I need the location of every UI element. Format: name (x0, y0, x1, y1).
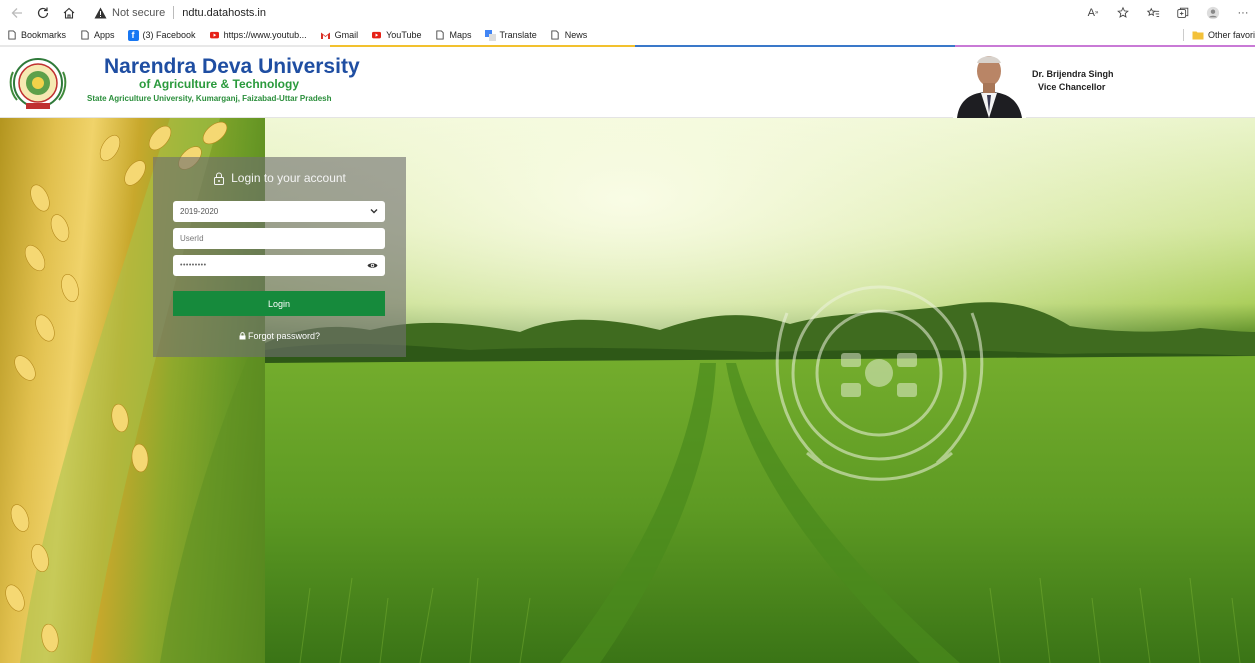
university-emblem-watermark (775, 285, 984, 481)
vice-chancellor-title: Vice Chancellor (1038, 82, 1106, 92)
session-select[interactable]: 2019-2020 (173, 201, 385, 222)
gmail-icon (320, 30, 331, 41)
home-icon[interactable] (58, 2, 80, 24)
chevron-down-icon (370, 209, 378, 214)
session-select-value: 2019-2020 (180, 207, 219, 216)
show-password-eye-icon[interactable] (367, 261, 378, 270)
facebook-icon: f (127, 29, 139, 41)
bookmark-youtube-link[interactable]: https://www.youtub... (209, 30, 307, 41)
youtube-icon (371, 30, 382, 41)
warning-icon (94, 7, 107, 18)
password-input[interactable]: ••••••••• (173, 255, 385, 276)
other-favorites[interactable]: Other favori (1182, 25, 1255, 45)
translate-icon (484, 29, 496, 41)
refresh-icon[interactable] (32, 2, 54, 24)
read-aloud-icon[interactable]: A» (1085, 5, 1101, 21)
url-separator (173, 6, 175, 19)
userid-placeholder: UserId (180, 234, 204, 243)
browser-toolbar-right: A» ··· (1085, 0, 1255, 25)
login-button[interactable]: Login (173, 291, 385, 316)
bookmark-bookmarks[interactable]: Bookmarks (6, 30, 66, 41)
folder-icon (1192, 30, 1204, 40)
back-icon[interactable] (6, 2, 28, 24)
youtube-icon (209, 30, 220, 41)
university-logo (9, 58, 67, 109)
add-favorite-icon[interactable] (1115, 5, 1131, 21)
url-field[interactable]: Not secure ndtu.datahosts.in (94, 6, 266, 19)
url-text: ndtu.datahosts.in (182, 6, 266, 19)
forgot-password-link[interactable]: Forgot password? (153, 331, 406, 341)
login-title: Login to your account (153, 171, 406, 185)
university-subtitle: of Agriculture & Technology (139, 77, 300, 91)
profile-avatar-icon[interactable] (1205, 5, 1221, 21)
vice-chancellor-name: Dr. Brijendra Singh (1032, 69, 1114, 79)
lock-icon (239, 332, 246, 340)
page-icon (435, 30, 446, 41)
bookmark-youtube[interactable]: YouTube (371, 30, 422, 41)
page-icon (550, 30, 561, 41)
favorites-icon[interactable] (1145, 5, 1161, 21)
collections-icon[interactable] (1175, 5, 1191, 21)
site-header: Narendra Deva University of Agriculture … (0, 47, 1255, 118)
page-icon (79, 30, 90, 41)
university-location: State Agriculture University, Kumarganj,… (87, 94, 332, 103)
bookmark-apps[interactable]: Apps (79, 30, 115, 41)
more-menu-icon[interactable]: ··· (1235, 5, 1251, 21)
bookmarks-bar: Bookmarks Apps f (3) Facebook https://ww… (0, 25, 1255, 45)
browser-address-bar: Not secure ndtu.datahosts.in A» ··· (0, 0, 1255, 25)
bookmark-separator (1182, 29, 1184, 41)
hero-background: Login to your account 2019-2020 UserId •… (0, 118, 1255, 663)
page-icon (6, 30, 17, 41)
login-panel: Login to your account 2019-2020 UserId •… (153, 157, 406, 357)
university-name: Narendra Deva University (104, 55, 360, 78)
bookmark-translate[interactable]: Translate (484, 29, 537, 41)
vice-chancellor-photo (953, 49, 1026, 118)
bookmark-news[interactable]: News (550, 30, 587, 41)
bookmark-facebook[interactable]: f (3) Facebook (127, 29, 196, 41)
not-secure-label: Not secure (112, 6, 166, 19)
userid-input[interactable]: UserId (173, 228, 385, 249)
bookmark-maps[interactable]: Maps (435, 30, 472, 41)
bookmark-gmail[interactable]: Gmail (320, 30, 358, 41)
lock-icon (214, 172, 225, 185)
password-value: ••••••••• (180, 262, 207, 269)
